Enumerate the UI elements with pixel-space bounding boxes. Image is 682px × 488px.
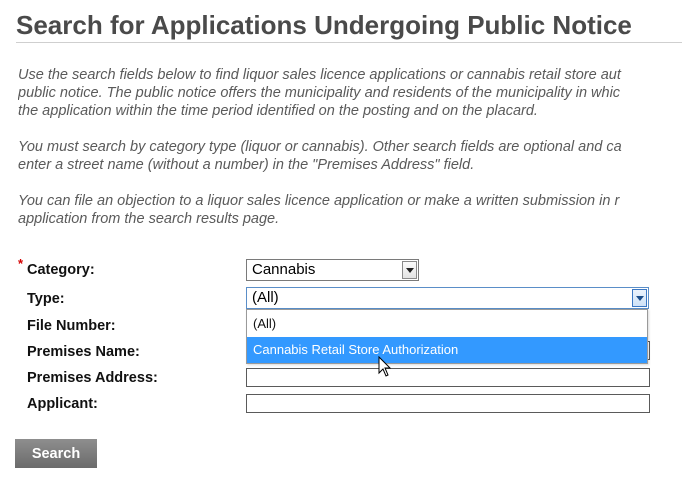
intro-paragraph-3: You can file an objection to a liquor sa… xyxy=(18,192,682,228)
intro-line: application from the search results page… xyxy=(18,211,280,227)
category-select[interactable]: Cannabis xyxy=(246,259,419,281)
type-option-cannabis-retail[interactable]: Cannabis Retail Store Authorization xyxy=(247,337,647,363)
page-title: Search for Applications Undergoing Publi… xyxy=(16,10,632,40)
intro-line: You must search by category type (liquor… xyxy=(18,139,622,155)
premises-name-label: Premises Name: xyxy=(27,344,140,360)
type-select-value: (All) xyxy=(252,289,279,306)
applicant-label: Applicant: xyxy=(27,396,98,412)
type-option-all[interactable]: (All) xyxy=(247,311,647,337)
intro-line: enter a street name (without a number) i… xyxy=(18,157,475,173)
category-label: Category: xyxy=(27,262,95,278)
intro-paragraph-1: Use the search fields below to find liqu… xyxy=(18,66,682,120)
search-button[interactable]: Search xyxy=(15,439,97,468)
chevron-down-icon[interactable] xyxy=(402,261,417,279)
title-divider xyxy=(16,42,682,43)
mouse-pointer-icon xyxy=(378,356,392,377)
premises-address-label: Premises Address: xyxy=(27,370,158,386)
intro-line: Use the search fields below to find liqu… xyxy=(18,67,621,83)
required-marker: * xyxy=(18,256,24,271)
intro-paragraph-2: You must search by category type (liquor… xyxy=(18,138,682,174)
intro-line: public notice. The public notice offers … xyxy=(18,85,621,101)
intro-line: the application within the time period i… xyxy=(18,103,538,119)
intro-line: You can file an objection to a liquor sa… xyxy=(18,193,620,209)
file-number-label: File Number: xyxy=(27,318,116,334)
premises-address-field[interactable] xyxy=(246,368,650,387)
category-select-value: Cannabis xyxy=(252,261,316,278)
chevron-down-icon[interactable] xyxy=(632,289,647,307)
type-dropdown-list: (All) Cannabis Retail Store Authorizatio… xyxy=(246,309,648,364)
type-label: Type: xyxy=(27,291,65,307)
applicant-field[interactable] xyxy=(246,394,650,413)
type-select[interactable]: (All) xyxy=(246,287,649,309)
